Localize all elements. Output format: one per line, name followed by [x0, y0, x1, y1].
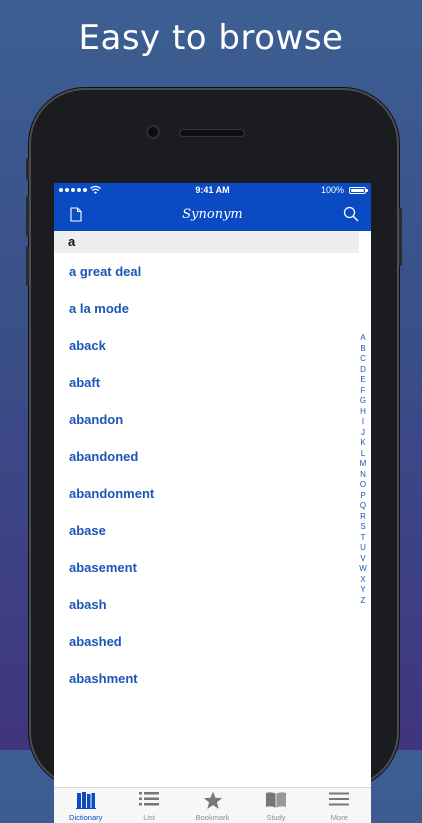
- index-letter[interactable]: W: [359, 564, 367, 575]
- word-list-item[interactable]: abandoned: [54, 438, 359, 475]
- index-letter[interactable]: L: [361, 449, 365, 460]
- battery-icon: [349, 187, 368, 194]
- tab-bar: Dictionary List Bookmark Study More: [54, 787, 371, 823]
- volume-down-button: [26, 246, 29, 286]
- index-letter[interactable]: E: [360, 375, 365, 386]
- word-list: a great deal a la mode aback abaft abandon ab…: [54, 253, 359, 697]
- index-letter[interactable]: V: [360, 554, 365, 565]
- tab-label: Dictionary: [69, 813, 103, 822]
- index-letter[interactable]: T: [361, 533, 366, 544]
- index-letter[interactable]: A: [360, 333, 365, 344]
- word-list-item[interactable]: abaft: [54, 364, 359, 401]
- index-letter[interactable]: P: [360, 491, 365, 502]
- battery-percentage: 100%: [320, 185, 344, 195]
- index-letter[interactable]: Z: [361, 596, 366, 607]
- earpiece-speaker: [180, 130, 244, 136]
- word-list-item[interactable]: a great deal: [54, 253, 359, 290]
- word-list-item[interactable]: abase: [54, 512, 359, 549]
- index-letter[interactable]: R: [360, 512, 366, 523]
- front-camera: [148, 127, 158, 137]
- index-letter[interactable]: C: [360, 354, 366, 365]
- tab-label: Study: [266, 813, 286, 822]
- tab-bookmark[interactable]: Bookmark: [181, 788, 244, 823]
- index-letter[interactable]: D: [360, 365, 366, 376]
- books-icon: [75, 792, 96, 809]
- word-list-item[interactable]: abandonment: [54, 475, 359, 512]
- mute-switch: [26, 158, 29, 180]
- index-letter[interactable]: N: [360, 470, 366, 481]
- word-list-item[interactable]: abash: [54, 586, 359, 623]
- search-icon[interactable]: [343, 206, 359, 222]
- promo-headline: Easy to browse: [78, 18, 344, 58]
- status-bar: 9:41 AM 100%: [54, 183, 371, 199]
- tab-label: More: [330, 813, 348, 822]
- page-title: Synonym: [182, 207, 243, 222]
- index-letter[interactable]: J: [361, 428, 365, 439]
- section-header: a: [54, 231, 359, 253]
- index-letter[interactable]: G: [360, 396, 366, 407]
- index-letter[interactable]: S: [360, 522, 365, 533]
- word-list-item[interactable]: abasement: [54, 549, 359, 586]
- power-button: [399, 208, 402, 266]
- tab-label: Bookmark: [195, 813, 230, 822]
- alphabet-index[interactable]: ABCDEFGHIJKLMNOPQRSTUVWXYZ: [357, 333, 369, 606]
- word-list-item[interactable]: a la mode: [54, 290, 359, 327]
- word-list-item[interactable]: abashed: [54, 623, 359, 660]
- list-icon: [139, 792, 160, 806]
- open-book-icon: [265, 792, 286, 808]
- index-letter[interactable]: F: [361, 386, 366, 397]
- index-letter[interactable]: U: [360, 543, 366, 554]
- word-list-item[interactable]: aback: [54, 327, 359, 364]
- index-letter[interactable]: O: [360, 480, 366, 491]
- index-letter[interactable]: X: [360, 575, 365, 586]
- index-letter[interactable]: I: [362, 417, 364, 428]
- tab-more[interactable]: More: [308, 788, 371, 823]
- star-icon: [203, 791, 222, 809]
- index-letter[interactable]: M: [360, 459, 367, 470]
- word-list-item[interactable]: abandon: [54, 401, 359, 438]
- tab-study[interactable]: Study: [244, 788, 307, 823]
- volume-up-button: [26, 196, 29, 236]
- word-list-item[interactable]: abashment: [54, 660, 359, 697]
- navigation-bar: Synonym: [54, 199, 371, 231]
- index-letter[interactable]: Q: [360, 501, 366, 512]
- tab-list[interactable]: List: [117, 788, 180, 823]
- tab-dictionary[interactable]: Dictionary: [54, 788, 117, 823]
- index-letter[interactable]: H: [360, 407, 366, 418]
- tab-label: List: [143, 813, 155, 822]
- menu-icon: [329, 792, 350, 806]
- index-letter[interactable]: Y: [360, 585, 365, 596]
- index-letter[interactable]: K: [360, 438, 365, 449]
- index-letter[interactable]: B: [360, 344, 365, 355]
- app-screen: 9:41 AM 100% Synonym a a great deal a la …: [54, 183, 371, 823]
- phone-frame: 9:41 AM 100% Synonym a a great deal a la …: [26, 88, 402, 823]
